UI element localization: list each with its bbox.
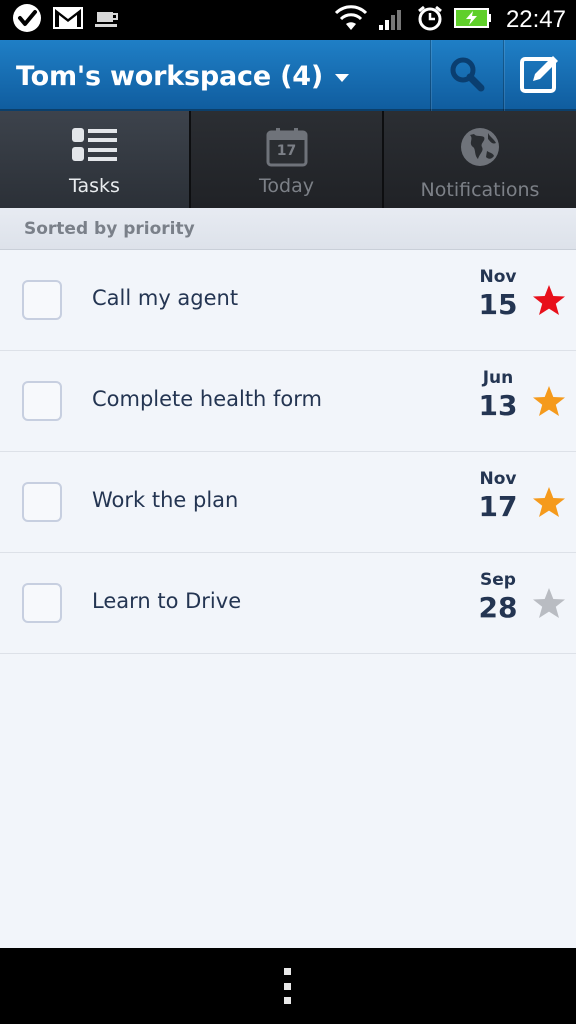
- coffee-icon: [94, 7, 122, 33]
- app-bar: Tom's workspace (4): [0, 40, 576, 111]
- wifi-icon: [334, 4, 368, 36]
- tab-tasks[interactable]: Tasks: [0, 111, 191, 208]
- due-month: Nov: [479, 469, 517, 489]
- signal-icon: [378, 5, 406, 35]
- calendar-icon: 17: [266, 127, 308, 167]
- task-row[interactable]: Work the plan Nov 17: [0, 452, 576, 553]
- tab-label: Tasks: [69, 175, 120, 197]
- search-icon: [448, 55, 486, 97]
- globe-icon: [460, 127, 500, 171]
- due-month: Nov: [479, 267, 517, 287]
- workspace-selector[interactable]: Tom's workspace (4): [16, 56, 350, 96]
- system-icons: 22:47: [334, 4, 566, 36]
- gmail-icon: [52, 6, 84, 34]
- task-checkbox[interactable]: [22, 381, 62, 421]
- app-bar-actions: [430, 40, 576, 111]
- task-list-icon: [71, 127, 119, 167]
- notification-icons: [12, 4, 122, 36]
- due-day: 17: [478, 490, 518, 523]
- task-title: Complete health form: [92, 387, 322, 411]
- priority-star-icon[interactable]: [532, 385, 566, 419]
- task-list-panel: Sorted by priority Call my agent Nov 15 …: [0, 208, 576, 948]
- compose-icon: [519, 53, 561, 99]
- battery-charging-icon: [453, 7, 492, 33]
- due-date: Jun 13: [470, 368, 526, 424]
- tab-today[interactable]: 17 Today: [191, 111, 384, 208]
- due-day: 13: [478, 389, 518, 422]
- dropdown-caret-icon: [335, 74, 350, 82]
- status-bar: 22:47: [0, 0, 576, 40]
- priority-star-icon[interactable]: [532, 486, 566, 520]
- alarm-icon: [416, 4, 444, 36]
- sort-header[interactable]: Sorted by priority: [0, 208, 576, 250]
- compose-button[interactable]: [503, 40, 576, 111]
- sort-label: Sorted by priority: [24, 218, 195, 239]
- tab-bar: Tasks 17 Today Notifications: [0, 111, 576, 208]
- clock: 22:47: [505, 6, 566, 33]
- menu-dot: [284, 982, 291, 990]
- due-date: Nov 15: [470, 267, 526, 323]
- task-checkbox[interactable]: [22, 583, 62, 623]
- due-month: Jun: [482, 368, 514, 388]
- task-row[interactable]: Learn to Drive Sep 28: [0, 553, 576, 654]
- due-date: Sep 28: [470, 570, 526, 626]
- check-icon: [12, 3, 42, 37]
- menu-overflow-icon[interactable]: [284, 968, 292, 1004]
- due-day: 15: [478, 288, 518, 321]
- priority-star-icon[interactable]: [532, 587, 566, 621]
- menu-dot: [284, 968, 291, 975]
- calendar-day: 17: [276, 143, 297, 159]
- priority-star-icon[interactable]: [532, 284, 566, 318]
- navigation-bar: [0, 948, 576, 1024]
- task-title: Learn to Drive: [92, 589, 242, 613]
- workspace-title: Tom's workspace (4): [16, 60, 324, 92]
- due-month: Sep: [480, 570, 516, 590]
- tab-label: Notifications: [420, 179, 540, 201]
- search-button[interactable]: [430, 40, 503, 111]
- task-title: Work the plan: [92, 488, 239, 512]
- tab-label: Today: [259, 175, 314, 197]
- due-date: Nov 17: [470, 469, 526, 525]
- tab-notifications[interactable]: Notifications: [384, 111, 576, 208]
- task-checkbox[interactable]: [22, 482, 62, 522]
- due-day: 28: [478, 591, 518, 624]
- task-row[interactable]: Complete health form Jun 13: [0, 351, 576, 452]
- task-title: Call my agent: [92, 286, 239, 310]
- task-row[interactable]: Call my agent Nov 15: [0, 250, 576, 351]
- task-checkbox[interactable]: [22, 280, 62, 320]
- menu-dot: [284, 997, 291, 1004]
